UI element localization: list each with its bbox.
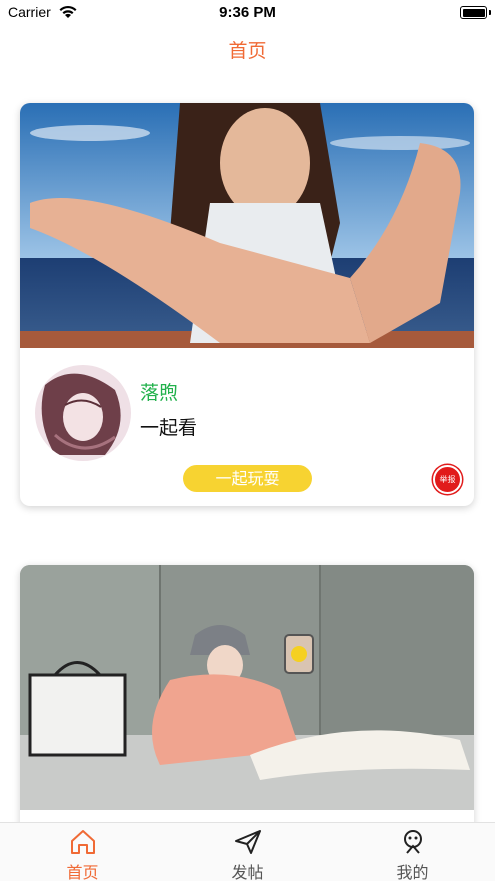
send-icon (235, 830, 261, 854)
post-caption: 一起看 (140, 417, 198, 439)
profile-icon (404, 830, 422, 854)
photo-woman-hand[interactable] (20, 103, 474, 348)
status-bar: Carrier 9:36 PM (0, 0, 495, 26)
post-feed[interactable]: 落煦 一起看 一起玩耍 举报 (0, 78, 495, 822)
battery-tip (489, 10, 491, 15)
tab-post-label: 发帖 (231, 863, 264, 881)
page-title: 首页 (228, 40, 267, 62)
tab-post[interactable]: 发帖 (165, 823, 330, 881)
tab-bar: 首页 发帖 我的 (0, 822, 495, 881)
tab-home-label: 首页 (66, 863, 99, 881)
photo-woman-sweater[interactable] (20, 565, 474, 810)
report-button[interactable]: 举报 (433, 465, 462, 494)
play-together-button[interactable]: 一起玩耍 (183, 465, 312, 492)
tab-me-label: 我的 (396, 863, 429, 881)
battery-icon (460, 6, 487, 19)
user-avatar[interactable] (35, 365, 131, 461)
tab-home[interactable]: 首页 (0, 823, 165, 881)
home-icon (71, 830, 95, 854)
clock: 9:36 PM (219, 4, 276, 21)
post-card[interactable]: 落煦 一起看 一起玩耍 举报 (20, 103, 474, 506)
username[interactable]: 落煦 (140, 378, 178, 405)
post-card[interactable] (20, 565, 474, 822)
tab-me[interactable]: 我的 (330, 823, 495, 881)
